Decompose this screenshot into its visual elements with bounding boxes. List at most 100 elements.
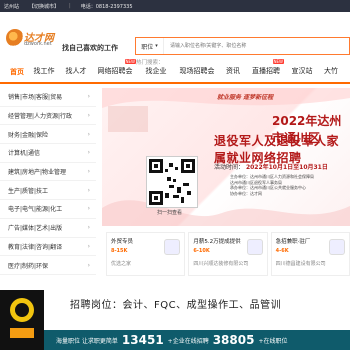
sidebar-item-label: 教育|法律|咨询|翻译 — [8, 243, 63, 251]
job-company: 优选之家 — [111, 261, 132, 267]
nav-home[interactable]: 首页 — [6, 62, 28, 84]
chevron-down-icon: ▾ — [155, 43, 158, 49]
job-count: 38805 — [212, 333, 255, 347]
ad-stats-bar: 海量职位 让求职更简单 13451 +企业在线招聘 38805 +在线职位 — [44, 330, 350, 350]
sidebar-item[interactable]: 计算机|通信 › — [0, 144, 96, 163]
search-category-label: 职位 — [141, 43, 154, 51]
chevron-right-icon: › — [87, 205, 90, 213]
chevron-right-icon: › — [87, 242, 90, 250]
nav-xuanhan[interactable]: 宣汉站 — [286, 60, 318, 82]
organizer-line: 承办单位：达州市通川区公共就业服务中心 — [230, 185, 306, 190]
ad-stats-label: 海量职位 让求职更简单 — [56, 337, 118, 345]
company-logo-icon — [246, 239, 263, 255]
qr-caption: 扫一扫查看 — [157, 210, 183, 216]
sidebar-item-label: 生产|质管|技工 — [8, 187, 49, 195]
sidebar-item-label: 广告|媒体|艺术|出版 — [8, 225, 63, 233]
new-badge: NEW — [124, 59, 136, 64]
nav-live-label: 直播招聘 — [252, 67, 280, 75]
nav-news[interactable]: 资讯 — [220, 60, 246, 82]
header: 达才网 dzwork.net 找自己喜欢的工作 职位 ▾ 热门搜索： — [0, 12, 350, 66]
bottom-ad[interactable]: 招聘岗位：会计、FQC、成型操作工、品管训 海量职位 让求职更简单 13451 … — [0, 290, 350, 350]
sidebar-item-label: 经营管理|人力资源|行政 — [8, 113, 73, 121]
chevron-right-icon: › — [87, 112, 90, 120]
search-box: 职位 ▾ — [135, 37, 350, 55]
event-time: 活动时间： 2022年10月1日至10月31日 — [214, 162, 328, 171]
nav-xuanhan-label: 宣汉站 — [291, 67, 313, 75]
nav-dazhu[interactable]: 大竹 — [318, 60, 344, 82]
sidebar-item[interactable]: 生产|质管|技工 › — [0, 181, 96, 201]
sidebar-item-label: 医疗|制药|环保 — [8, 262, 49, 270]
nav-find-company[interactable]: 找企业 — [138, 60, 174, 82]
organizer-line: 主办单位：达州市通川区人力资源和社会保障局 — [230, 174, 314, 179]
nav-onsite-fair-label: 现场招聘会 — [179, 67, 215, 75]
nav-find-job[interactable]: 找工作 — [28, 60, 60, 82]
sidebar-item[interactable]: 电子|电气|能源|化工 › — [0, 200, 96, 219]
ad-recruit-line: 招聘岗位：会计、FQC、成型操作工、品管训 — [70, 300, 282, 311]
logo-url: dzwork.net — [24, 41, 52, 47]
banner-title-line2: 退役军人及退役军人家属就业网络招聘 — [214, 134, 340, 165]
organizer-line: 协办单位：达才网 — [230, 190, 262, 196]
nav-live[interactable]: 直播招聘 NEW — [246, 59, 286, 82]
sidebar-item[interactable]: 财务|金融|保险 › — [0, 125, 96, 145]
nav-home-label: 首页 — [10, 68, 24, 76]
search-input[interactable] — [164, 38, 349, 54]
nav-find-talent-label: 找人才 — [65, 67, 87, 75]
job-card[interactable]: 月薪5.2万提成提供 6-10K 四川兴顺达装修有限公司 — [188, 232, 268, 276]
promo-banner[interactable]: 就业服务 逐梦新征程 2022年达州市通川区 退役军人及退役军人家属就业网络招聘… — [102, 88, 350, 226]
chevron-right-icon: › — [87, 261, 90, 269]
sidebar-item[interactable]: 教育|法律|咨询|翻译 › — [0, 238, 96, 257]
qr-code-icon — [149, 159, 195, 205]
job-company: 四川德昌建设有限公司 — [275, 261, 326, 267]
company-logo-icon — [328, 239, 345, 255]
chevron-right-icon: › — [87, 224, 90, 232]
site-logo[interactable]: 达才网 dzwork.net — [6, 28, 61, 54]
nav-onsite-fair[interactable]: 现场招聘会 — [174, 60, 220, 82]
job-company: 四川兴顺达装修有限公司 — [193, 261, 249, 267]
job-card[interactable]: 外贸专员 8-15K 优选之家 — [106, 232, 186, 276]
chevron-right-icon: › — [87, 168, 90, 176]
nav-online-fair[interactable]: 网络招聘会 NEW — [92, 59, 138, 82]
ad-logo-block — [0, 290, 44, 350]
nav-find-job-label: 找工作 — [33, 67, 55, 75]
sidebar-item-label: 计算机|通信 — [8, 150, 41, 158]
top-bar: 达州站 【切换城市】 | 电话：0818-2397335 — [0, 0, 350, 12]
chevron-right-icon: › — [87, 149, 90, 157]
job-card[interactable]: 急招兼职·驻厂 4-6K 四川德昌建设有限公司 — [270, 232, 350, 276]
phone-text: 电话：0818-2397335 — [80, 3, 133, 10]
logo-mark-icon — [6, 29, 24, 47]
main-nav: 首页 找工作 找人才 网络招聘会 NEW 找企业 现场招聘会 资讯 直播招聘 N… — [0, 59, 350, 84]
sidebar-item-label: 电子|电气|能源|化工 — [8, 206, 63, 214]
banner-tagline: 就业服务 逐梦新征程 — [217, 94, 274, 101]
sidebar-item[interactable]: 销售|市场|客服|贸易 › — [0, 88, 96, 107]
new-badge: NEW — [272, 59, 284, 64]
company-logo-icon — [164, 239, 181, 255]
site-slogan: 找自己喜欢的工作 — [62, 44, 118, 52]
company-count-suffix: +企业在线招聘 — [167, 337, 209, 345]
sidebar-item[interactable]: 广告|媒体|艺术|出版 › — [0, 219, 96, 238]
event-time-label: 活动时间： — [214, 164, 245, 171]
sidebar-item[interactable]: 医疗|制药|环保 › — [0, 256, 96, 275]
featured-jobs: 外贸专员 8-15K 优选之家 月薪5.2万提成提供 6-10K 四川兴顺达装修… — [106, 232, 350, 276]
search-category-select[interactable]: 职位 ▾ — [136, 38, 164, 54]
sidebar-item[interactable]: 经营管理|人力资源|行政 › — [0, 107, 96, 126]
sidebar-item[interactable]: 建筑|房地产|物业管理 › — [0, 163, 96, 182]
city-label: 达州站 — [4, 3, 20, 10]
sidebar-item-label: 财务|金融|保险 — [8, 131, 49, 139]
organizers: 主办单位：达州市通川区人力资源和社会保障局 达州市通川区退役军人事务局 承办单位… — [230, 174, 314, 196]
company-count: 13451 — [121, 333, 164, 347]
sidebar-item-label: 销售|市场|客服|贸易 — [8, 94, 63, 102]
nav-dazhu-label: 大竹 — [324, 67, 338, 75]
separator: | — [69, 3, 71, 9]
chevron-right-icon: › — [87, 186, 90, 194]
switch-city-link[interactable]: 【切换城市】 — [29, 3, 59, 10]
nav-find-company-label: 找企业 — [145, 67, 167, 75]
sidebar-item-label: 建筑|房地产|物业管理 — [8, 169, 67, 177]
event-time-value: 2022年10月1日至10月31日 — [245, 164, 328, 171]
chevron-right-icon: › — [87, 130, 90, 138]
nav-news-label: 资讯 — [226, 67, 240, 75]
qr-code — [146, 156, 198, 208]
ad-logo-icon — [10, 298, 34, 338]
nav-find-talent[interactable]: 找人才 — [60, 60, 92, 82]
job-count-suffix: +在线职位 — [258, 337, 288, 345]
chevron-right-icon: › — [87, 93, 90, 101]
